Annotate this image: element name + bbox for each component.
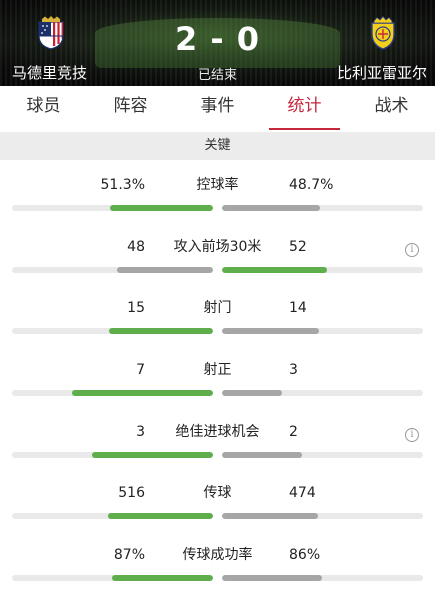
away-stat-value: 3 (289, 362, 298, 379)
home-stat-bar-fill (109, 328, 213, 335)
tab-events[interactable]: 事件 (174, 86, 261, 132)
away-stat-value: 474 (289, 485, 316, 502)
away-stat-bar-fill (222, 390, 283, 397)
info-icon[interactable]: i (405, 242, 419, 257)
away-stat-bar-fill (222, 513, 319, 520)
away-stat-value: 14 (289, 300, 307, 317)
away-stat-value: 52 (289, 238, 307, 255)
away-stat-bar-fill (222, 205, 320, 211)
home-stat-bar-fill (116, 266, 213, 273)
home-stat-bar (12, 328, 213, 335)
away-stat-value: 48.7% (289, 177, 334, 193)
away-stat-value: 2 (289, 423, 298, 440)
home-stat-bar (12, 451, 213, 458)
home-stat-bar (12, 390, 213, 397)
away-stat-bar (222, 390, 423, 397)
home-stat-bar-fill (108, 513, 213, 520)
away-stat-bar (222, 575, 423, 582)
away-team-name[interactable]: 比利亚雷亚尔 (337, 62, 427, 83)
tab-lineup[interactable]: 阵容 (87, 86, 174, 132)
home-stat-bar-fill (92, 451, 213, 458)
home-stat-bar-fill (72, 390, 213, 397)
away-stat-bar (222, 328, 423, 335)
stat-label: 绝佳进球机会 (175, 423, 260, 440)
tab-players[interactable]: 球员 (0, 86, 87, 132)
stat-row: 516 传球 474 (0, 468, 435, 530)
stat-row: 87% 传球成功率 86% (0, 530, 435, 592)
stat-row: 48 攻入前场30米 52 i (0, 222, 435, 284)
home-stat-bar (12, 266, 213, 273)
away-stat-bar (222, 266, 423, 273)
tab-bar: 球员 阵容 事件 统计 战术 (0, 86, 435, 132)
away-stat-bar (222, 451, 423, 458)
home-stat-bar (12, 513, 213, 520)
stats-list: 51.3% 控球率 48.7% 48 攻入前场30米 52 i 15 射门 14 7 射正 3 3 绝佳进球… (0, 160, 435, 592)
stat-row: 51.3% 控球率 48.7% (0, 160, 435, 222)
section-header-key: 关键 (0, 132, 435, 160)
stat-row: 7 射正 3 (0, 345, 435, 407)
away-stat-bar (222, 205, 423, 211)
away-stat-bar (222, 513, 423, 520)
home-stat-bar (12, 575, 213, 582)
stat-label: 传球成功率 (182, 547, 253, 564)
stat-label: 射正 (203, 362, 232, 379)
away-stat-value: 86% (289, 547, 321, 564)
stat-label: 传球 (203, 485, 232, 502)
away-stat-bar-fill (222, 451, 303, 458)
match-header: 2 - 0 马德里竞技 已结束 比利亚雷亚尔 (0, 0, 435, 86)
info-icon[interactable]: i (405, 427, 419, 442)
match-score: 2 - 0 (174, 20, 261, 58)
tab-statistics[interactable]: 统计 (261, 86, 348, 132)
stat-label: 射门 (203, 300, 232, 317)
home-stat-bar (12, 205, 213, 211)
stat-row: 15 射门 14 (0, 283, 435, 345)
away-stat-bar-fill (222, 266, 327, 273)
stat-row: 3 绝佳进球机会 2 i (0, 407, 435, 469)
home-stat-bar-fill (109, 205, 213, 211)
away-stat-bar-fill (222, 575, 322, 582)
stat-label: 攻入前场30米 (173, 238, 262, 255)
stat-label: 控球率 (196, 177, 239, 193)
home-stat-bar-fill (111, 575, 213, 582)
away-stat-bar-fill (222, 328, 320, 335)
tab-tactics[interactable]: 战术 (348, 86, 435, 132)
